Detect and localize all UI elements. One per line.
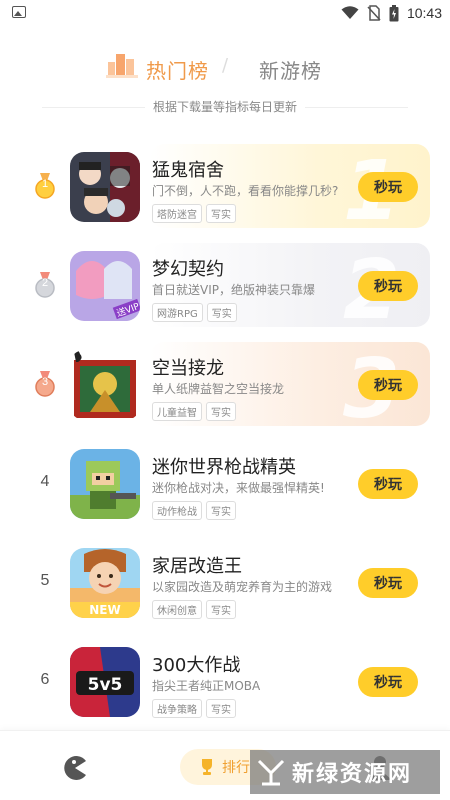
list-item[interactable]: 2 2 送VIP 梦幻契约 首日就送VIP，绝版神装只靠爆 网游RPG 写实 秒…: [0, 239, 450, 338]
game-title[interactable]: 300大作战: [152, 651, 240, 677]
list-item[interactable]: 1 1 猛鬼宿舍 门不倒，人不跑，看看你能撑几秒? 塔防迷宫 写实: [0, 140, 450, 239]
update-note-text: 根据下载量等指标每日更新: [144, 98, 306, 115]
fantasy-contract-icon[interactable]: 送VIP: [70, 251, 140, 321]
rank-number: 5: [40, 572, 50, 589]
play-button[interactable]: 秒玩: [358, 469, 418, 499]
list-item[interactable]: 5 NEW 家居改造王 以家园改造及萌宠养育为主的游戏 休闲创意 写实 秒玩: [0, 536, 450, 628]
game-description: 指尖王者纯正MOBA: [152, 679, 261, 693]
game-title[interactable]: 迷你世界枪战精英: [152, 453, 296, 479]
300-battle-icon[interactable]: 5v5: [70, 647, 140, 717]
tab-separator: /: [222, 55, 229, 76]
rank-number: 2: [41, 277, 49, 289]
tag: 写实: [206, 600, 236, 619]
play-button[interactable]: 秒玩: [358, 172, 418, 202]
game-description: 迷你枪战对决，来做最强悍精英!: [152, 481, 325, 495]
tag: 写实: [206, 699, 236, 718]
tag: 网游RPG: [152, 303, 203, 322]
rank-number: 4: [40, 473, 50, 490]
wifi-icon: [341, 6, 359, 19]
game-title[interactable]: 家居改造王: [152, 552, 242, 578]
tag-list: 儿童益智 写实: [152, 402, 236, 421]
tag: 写实: [206, 303, 237, 322]
gallery-icon: [12, 6, 26, 18]
tag-list: 动作枪战 写实: [152, 501, 236, 520]
clock: 10:43: [406, 5, 442, 21]
game-description: 以家园改造及萌宠养育为主的游戏: [152, 580, 333, 594]
tag: 写实: [206, 501, 236, 520]
buildings-icon: [106, 54, 138, 78]
play-button[interactable]: 秒玩: [358, 370, 418, 400]
tag: 塔防迷宫: [152, 204, 202, 223]
freecell-icon[interactable]: [70, 350, 140, 420]
no-sim-icon: [367, 5, 381, 21]
watermark-logo-icon: [257, 759, 285, 786]
tag: 战争策略: [152, 699, 202, 718]
list-item[interactable]: 3 3 空当接龙 单人纸牌益智之空当接龙 儿童益智 写实 秒玩: [0, 338, 450, 437]
trophy-icon: [202, 759, 212, 775]
tag-list: 塔防迷宫 写实: [152, 204, 236, 223]
game-description: 门不倒，人不跑，看看你能撑几秒?: [152, 184, 339, 198]
watermark-text: 新绿资源网: [292, 762, 413, 787]
mini-world-gun-icon[interactable]: [70, 449, 140, 519]
pacman-icon[interactable]: [62, 755, 88, 781]
game-title[interactable]: 空当接龙: [152, 354, 224, 380]
rank-number: 3: [41, 376, 49, 388]
game-title[interactable]: 梦幻契约: [152, 255, 224, 281]
game-description: 单人纸牌益智之空当接龙: [152, 382, 285, 396]
tag: 儿童益智: [152, 402, 202, 421]
home-makeover-icon[interactable]: NEW: [70, 548, 140, 618]
tag-list: 战争策略 写实: [152, 699, 236, 718]
5v5-badge: 5v5: [88, 675, 123, 695]
tag: 写实: [206, 204, 236, 223]
tag: 休闲创意: [152, 600, 202, 619]
game-title[interactable]: 猛鬼宿舍: [152, 156, 224, 182]
tag-list: 休闲创意 写实: [152, 600, 236, 619]
watermark: 新绿资源网: [250, 750, 440, 794]
list-item[interactable]: 6 5v5 300大作战 指尖王者纯正MOBA 战争策略 写实 秒玩: [0, 635, 450, 727]
play-button[interactable]: 秒玩: [358, 271, 418, 301]
tag: 写实: [206, 402, 236, 421]
tab-new[interactable]: 新游榜: [259, 55, 322, 84]
status-bar: 10:43: [0, 0, 450, 26]
game-description: 首日就送VIP，绝版神装只靠爆: [152, 283, 315, 297]
rank-number: 1: [41, 178, 49, 190]
tag: 动作枪战: [152, 501, 202, 520]
update-note: 根据下载量等指标每日更新: [0, 98, 450, 118]
nav-rank-label: 排行: [222, 760, 250, 776]
tab-bar: 热门榜 / 新游榜: [0, 44, 450, 92]
battery-icon: [389, 4, 399, 21]
new-badge: NEW: [89, 603, 120, 617]
ghost-dorm-icon[interactable]: [70, 152, 140, 222]
tab-hot[interactable]: 热门榜: [146, 55, 209, 84]
play-button[interactable]: 秒玩: [358, 667, 418, 697]
play-button[interactable]: 秒玩: [358, 568, 418, 598]
rank-number: 6: [40, 671, 50, 688]
tag-list: 网游RPG 写实: [152, 303, 237, 322]
list-item[interactable]: 4 迷你世界枪战精英 迷你枪战对决，来做最强悍精英! 动作枪战 写实 秒玩: [0, 437, 450, 529]
